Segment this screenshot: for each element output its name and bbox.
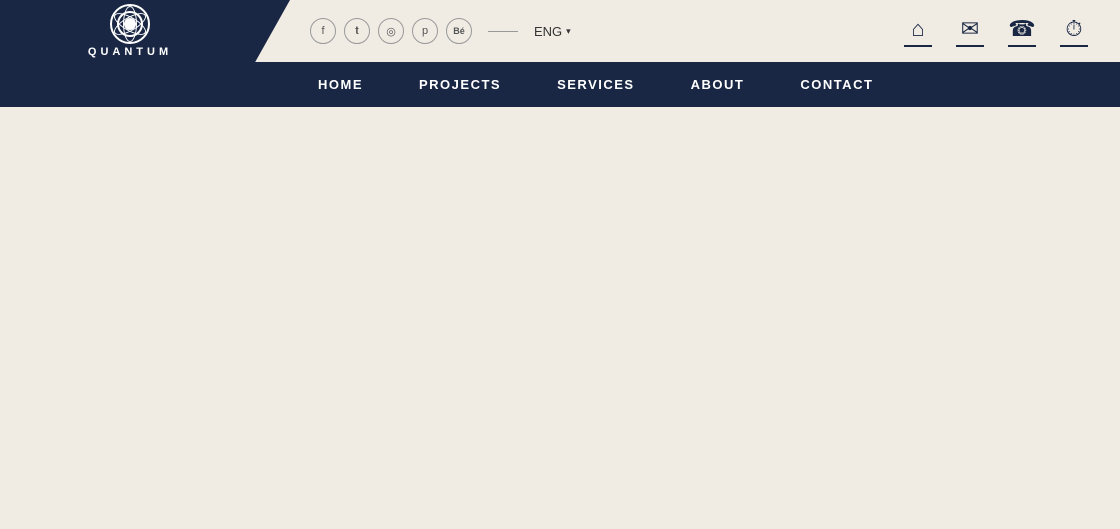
home-icon-underline bbox=[904, 45, 932, 47]
twitter-link[interactable]: 𝐭 bbox=[344, 18, 370, 44]
dropdown-arrow: ▾ bbox=[566, 26, 571, 37]
nav-about[interactable]: ABOUT bbox=[663, 62, 773, 107]
brand-name: QUANTUM bbox=[88, 46, 172, 58]
instagram-link[interactable]: ◎ bbox=[378, 18, 404, 44]
phone-icon-underline bbox=[1008, 45, 1036, 47]
divider bbox=[488, 31, 518, 32]
social-links: f 𝐭 ◎ p Bé ENG ▾ bbox=[310, 18, 571, 44]
mail-icon-btn[interactable]: ✉ bbox=[944, 0, 996, 62]
navigation: HOME PROJECTS SERVICES ABOUT CONTACT bbox=[0, 62, 1120, 107]
nav-home[interactable]: HOME bbox=[290, 62, 391, 107]
behance-link[interactable]: Bé bbox=[446, 18, 472, 44]
nav-links: HOME PROJECTS SERVICES ABOUT CONTACT bbox=[290, 62, 901, 107]
logo-icon bbox=[110, 4, 150, 44]
phone-icon-btn[interactable]: ☎ bbox=[996, 0, 1048, 62]
phone-icon: ☎ bbox=[1008, 16, 1035, 42]
language-label: ENG bbox=[534, 24, 562, 39]
logo-section: QUANTUM bbox=[0, 0, 290, 62]
clock-icon: ⏱ bbox=[1065, 16, 1082, 42]
home-icon: ⌂ bbox=[911, 16, 924, 42]
facebook-link[interactable]: f bbox=[310, 18, 336, 44]
clock-icon-btn[interactable]: ⏱ bbox=[1048, 0, 1100, 62]
nav-projects[interactable]: PROJECTS bbox=[391, 62, 529, 107]
nav-services[interactable]: SERVICES bbox=[529, 62, 663, 107]
language-selector[interactable]: ENG ▾ bbox=[534, 24, 571, 39]
clock-icon-underline bbox=[1060, 45, 1088, 47]
header-icons: ⌂ ✉ ☎ ⏱ bbox=[892, 0, 1100, 62]
pinterest-link[interactable]: p bbox=[412, 18, 438, 44]
top-bar: QUANTUM f 𝐭 ◎ p Bé ENG ▾ ⌂ ✉ ☎ ⏱ bbox=[0, 0, 1120, 62]
home-icon-btn[interactable]: ⌂ bbox=[892, 0, 944, 62]
mail-icon: ✉ bbox=[961, 16, 979, 42]
nav-contact[interactable]: CONTACT bbox=[772, 62, 901, 107]
mail-icon-underline bbox=[956, 45, 984, 47]
